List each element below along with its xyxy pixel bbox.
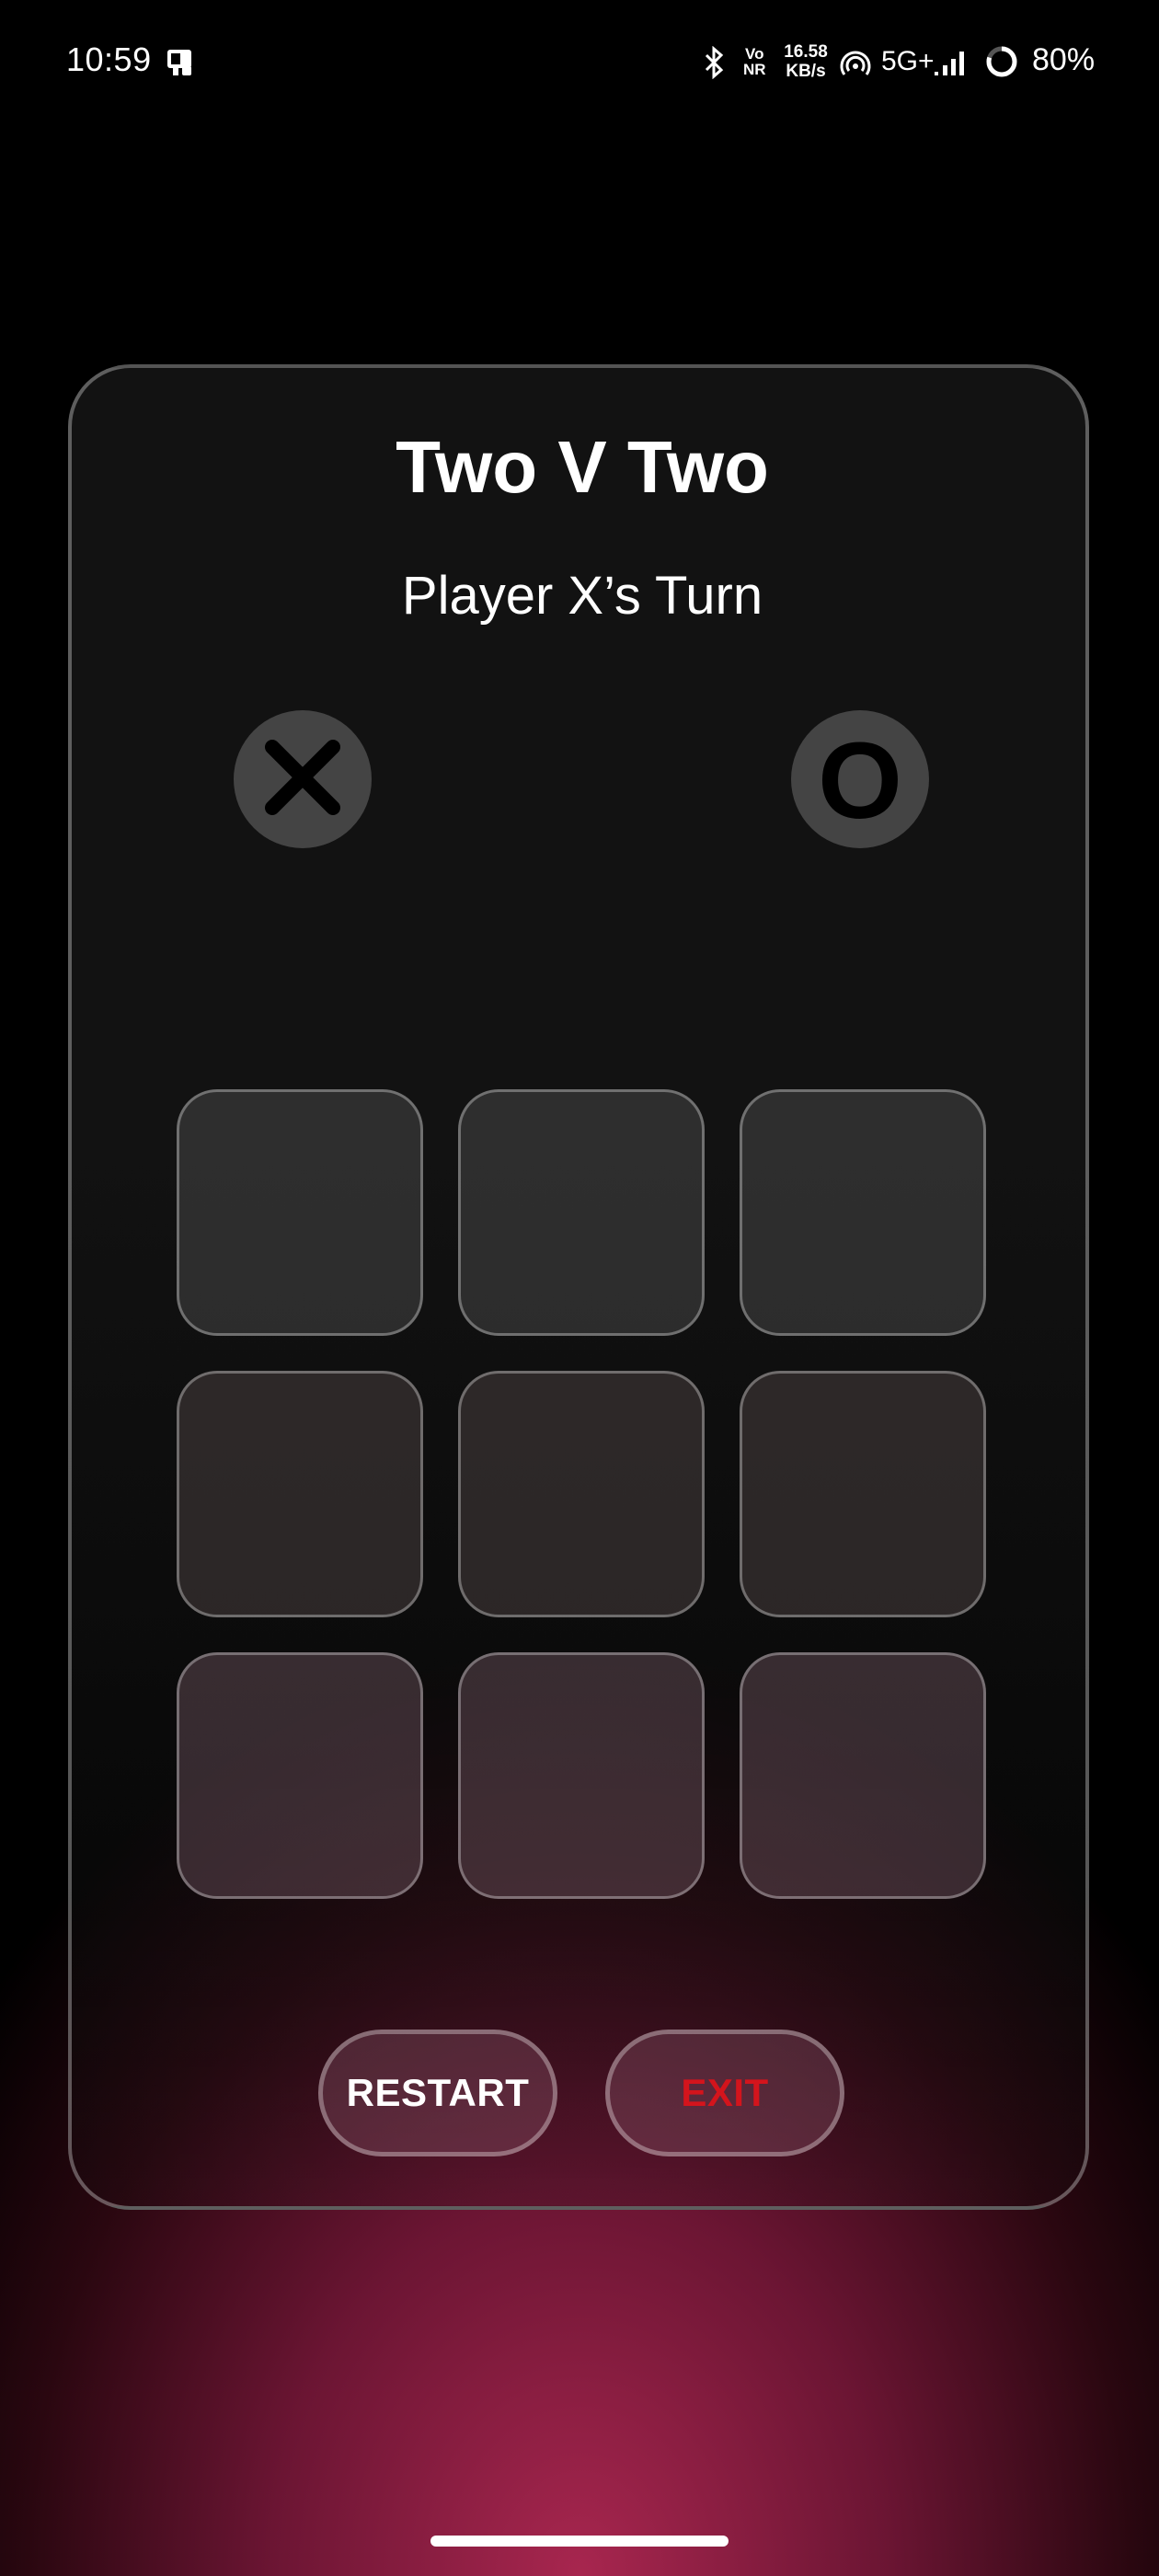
- nr-label: NR: [743, 61, 766, 78]
- status-bar: 10:59 Vo NR 16.58 KB/s 5G+ 80%: [0, 0, 1159, 124]
- board-cell-4[interactable]: [177, 1371, 423, 1617]
- player-o-letter: O: [818, 720, 902, 842]
- network-speed: 16.58 KB/s: [782, 42, 830, 81]
- exit-button[interactable]: EXIT: [605, 2030, 844, 2156]
- board-cell-3[interactable]: [740, 1089, 986, 1336]
- turn-indicator: Player X’s Turn: [401, 566, 763, 626]
- board-cell-1[interactable]: [177, 1089, 423, 1336]
- game-board: [177, 1089, 990, 1903]
- signal-icon: [933, 48, 970, 82]
- board-cell-2[interactable]: [458, 1089, 705, 1336]
- battery-ring-icon: [984, 44, 1019, 84]
- volte-icon: Vo NR: [743, 46, 766, 77]
- board-cell-8[interactable]: [458, 1652, 705, 1899]
- x-mark-icon: [252, 727, 353, 833]
- player-o-badge: O: [791, 710, 929, 848]
- home-gesture-bar[interactable]: [430, 2536, 729, 2547]
- screen-mirror-icon: [164, 46, 197, 84]
- status-time: 10:59: [66, 40, 152, 78]
- hotspot-icon: [839, 46, 872, 84]
- board-cell-9[interactable]: [740, 1652, 986, 1899]
- game-card: Two V Two Player X’s Turn O RESTART EXIT: [68, 364, 1089, 2210]
- board-cell-5[interactable]: [458, 1371, 705, 1617]
- board-cell-7[interactable]: [177, 1652, 423, 1899]
- board-cell-6[interactable]: [740, 1371, 986, 1617]
- game-title: Two V Two: [396, 426, 769, 508]
- network-speed-value: 16.58: [784, 42, 828, 62]
- network-type: 5G+: [881, 46, 935, 76]
- bluetooth-icon: [701, 45, 729, 84]
- restart-button[interactable]: RESTART: [318, 2030, 557, 2156]
- network-speed-unit: KB/s: [786, 62, 826, 81]
- player-x-badge: [234, 710, 372, 848]
- battery-percent: 80%: [1032, 42, 1096, 77]
